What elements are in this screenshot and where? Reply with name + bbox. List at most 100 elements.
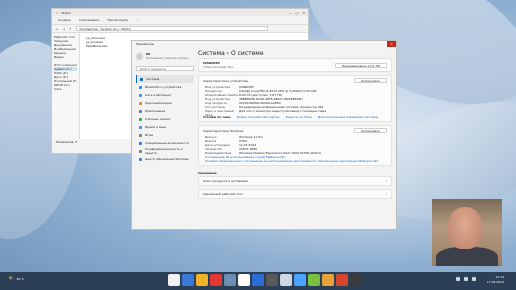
sidebar-item-7[interactable]: Игры [136,131,194,139]
settings-window[interactable]: Параметры ✕ IM Локальная учетная запись … [131,40,397,230]
taskbar: ☀ 28°C 12:19 17.04.2024 [0,272,516,290]
windows-specs-title: Характеристики Windows [203,128,244,133]
more-button[interactable]: ... [136,18,139,22]
clock[interactable]: 12:19 17.04.2024 [487,275,504,285]
domain-link[interactable]: Домен или рабочая группа [237,115,280,119]
view-button[interactable]: Просмотреть [107,18,128,22]
related-links: Ссылки по теме Домен или рабочая группа … [199,113,391,121]
taskbar-app-icon[interactable] [168,274,180,286]
taskbar-app-icon[interactable] [210,274,222,286]
weather-temp: 28°C [16,276,24,281]
settings-titlebar: Параметры [132,41,396,47]
remote-desktop-card[interactable]: Удаленный рабочий стол › [198,189,392,199]
taskbar-app-icon[interactable] [308,274,320,286]
nav-icon [139,149,142,153]
sidebar-item-2[interactable]: Сеть и Интернет [136,91,194,99]
weather-widget[interactable]: ☀ 28°C [8,275,24,282]
close-icon[interactable]: ✕ [302,11,305,15]
page-title: Система › О системе [198,50,264,57]
sidebar-item-1[interactable]: Bluetooth и устройства [136,83,194,91]
search-input[interactable]: Найти параметр [136,66,194,71]
sidebar-item-8[interactable]: Специальные возможности [136,139,194,147]
taskbar-app-icon[interactable] [182,274,194,286]
sidebar-item-9[interactable]: Конфиденциальность и защита [136,147,194,155]
license-link[interactable]: Условия лицензионного соглашения на испо… [205,159,378,163]
taskbar-app-icon[interactable] [280,274,292,286]
sidebar-item-label: Время и язык [145,125,167,129]
sidebar-item-label: Центр обновления Windows [145,157,189,161]
network-icon[interactable] [456,277,460,281]
minimize-icon[interactable]: — [289,11,292,15]
copy-button-2[interactable]: Копировать [354,128,387,133]
nav-icon [140,77,143,81]
taskbar-app-icon[interactable] [322,274,334,286]
taskbar-app-icon[interactable] [294,274,306,286]
explorer-titlebar: ▰ Мой.0 — □ ✕ [52,9,308,16]
product-key-card[interactable]: Ключ продукта и активация › [198,176,392,186]
nav-icon [139,125,142,129]
sidebar-item-label: Сеть и Интернет [145,93,172,97]
sidebar-item-label: Конфиденциальность и защита [144,147,183,155]
address-bar[interactable]: Компьютер › System (C:) › Мой.0 [75,26,268,31]
profile-subtitle: Локальная учетная запись [146,56,189,60]
volume-icon[interactable] [464,277,468,281]
sidebar-item[interactable]: Сеть [54,87,77,91]
spec-key: Перо и сенсорный ввод [205,109,234,117]
advanced-link[interactable]: Дополнительные параметры системы [318,115,378,119]
sidebar-item-4[interactable]: Приложения [136,107,194,115]
chevron-right-icon: › [385,192,387,196]
sidebar-item-10[interactable]: Центр обновления Windows [136,155,194,163]
address-bar-row: ← → ↑ Компьютер › System (C:) › Мой.0 [52,25,308,33]
taskbar-apps [168,274,362,286]
rename-button[interactable]: Переименовать этот ПК [334,62,387,68]
sidebar-item-label: Bluetooth и устройства [145,85,182,89]
settings-title: Параметры [136,42,154,46]
chevron-right-icon: › [385,179,387,183]
spec-value: Для этого монитора недоступен ввод с пом… [239,109,327,113]
nav-icon [139,93,142,97]
system-tray [456,277,476,281]
sidebar-item-label: Персонализация [145,101,172,105]
sidebar-item-3[interactable]: Персонализация [136,99,194,107]
webcam-person-face [448,207,482,249]
taskbar-app-icon[interactable] [224,274,236,286]
sidebar-item-label: Приложения [145,109,166,113]
create-button[interactable]: Создать [58,18,71,22]
taskbar-app-icon[interactable] [252,274,264,286]
explorer-sidebar: Рабочий стол Загрузки Документы Изображе… [52,33,80,139]
folder-icon: ▰ [56,10,59,15]
weather-icon: ☀ [8,275,14,282]
explorer-toolbar: Создать Сортировать Просмотреть ... [52,16,308,25]
maximize-icon[interactable]: □ [296,11,299,15]
back-icon[interactable]: ← [56,27,59,31]
sidebar-item-label: Учетные записи [145,117,171,121]
taskbar-app-icon[interactable] [196,274,208,286]
battery-icon[interactable] [472,277,476,281]
windows-specs-card: Характеристики Windows Копировать Выпуск… [198,125,392,166]
webcam-overlay [432,199,502,266]
up-icon[interactable]: ↑ [69,27,72,31]
sort-button[interactable]: Сортировать [79,18,99,22]
protection-link[interactable]: Защита системы [285,115,312,119]
nav-icon [139,101,142,105]
nav-icon [139,141,142,145]
clock-date: 17.04.2024 [486,280,504,284]
support-title: Связанные [198,171,217,175]
sidebar-item-0[interactable]: Система [136,75,194,83]
nav-icon [139,133,142,137]
taskbar-app-icon[interactable] [350,274,362,286]
nav-icon [139,157,142,161]
nav-icon [139,85,142,89]
profile[interactable]: IM Локальная учетная запись [136,49,194,63]
forward-icon[interactable]: → [63,27,66,31]
settings-main: Система › О системе IVANOVPC Туйка Unloa… [198,49,392,229]
taskbar-app-icon[interactable] [266,274,278,286]
remote-desktop-label: Удаленный рабочий стол [203,192,243,196]
taskbar-app-icon[interactable] [336,274,348,286]
sidebar-item-5[interactable]: Учетные записи [136,115,194,123]
sidebar-item-6[interactable]: Время и язык [136,123,194,131]
copy-button[interactable]: Копировать [354,78,387,83]
close-button[interactable]: ✕ [387,41,396,47]
explorer-title: Мой.0 [61,10,71,15]
taskbar-app-icon[interactable] [238,274,250,286]
